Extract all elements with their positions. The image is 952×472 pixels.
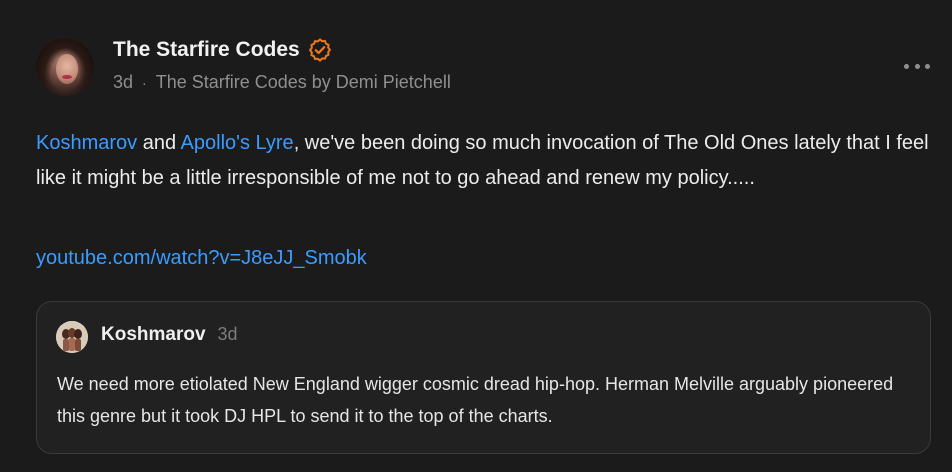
author-avatar[interactable]: [36, 38, 94, 96]
post-timestamp[interactable]: 3d: [113, 72, 133, 93]
post-card: The Starfire Codes 3d · The Starfire Cod…: [0, 0, 952, 472]
quote-author-name[interactable]: Koshmarov: [101, 324, 206, 346]
more-dot: [914, 63, 920, 69]
quote-author-avatar[interactable]: [56, 321, 88, 353]
author-name[interactable]: The Starfire Codes: [113, 38, 300, 62]
avatar-face: [56, 54, 78, 84]
post-body: Koshmarov and Apollo's Lyre, we've been …: [36, 126, 936, 196]
post-source[interactable]: The Starfire Codes by Demi Pietchell: [156, 72, 451, 93]
quote-header: Koshmarov 3d: [101, 324, 238, 346]
mention-koshmarov[interactable]: Koshmarov: [36, 132, 137, 154]
avatar-lips: [62, 75, 72, 79]
body-connector: and: [137, 132, 181, 154]
more-options-icon[interactable]: [904, 56, 930, 76]
post-header: The Starfire Codes: [113, 38, 332, 62]
more-dot: [904, 63, 909, 69]
quote-timestamp[interactable]: 3d: [218, 324, 238, 345]
post-meta: 3d · The Starfire Codes by Demi Pietchel…: [113, 72, 451, 93]
quoted-post[interactable]: Koshmarov 3d We need more etiolated New …: [36, 301, 931, 454]
post-link[interactable]: youtube.com/watch?v=J8eJJ_Smobk: [36, 243, 367, 273]
quote-text: We need more etiolated New England wigge…: [57, 374, 894, 426]
verified-badge-icon: [308, 38, 331, 62]
more-dot: [925, 63, 930, 69]
meta-separator: ·: [142, 74, 147, 91]
mention-apollos-lyre[interactable]: Apollo's Lyre: [181, 132, 294, 154]
quote-avatar-image: [56, 321, 88, 353]
